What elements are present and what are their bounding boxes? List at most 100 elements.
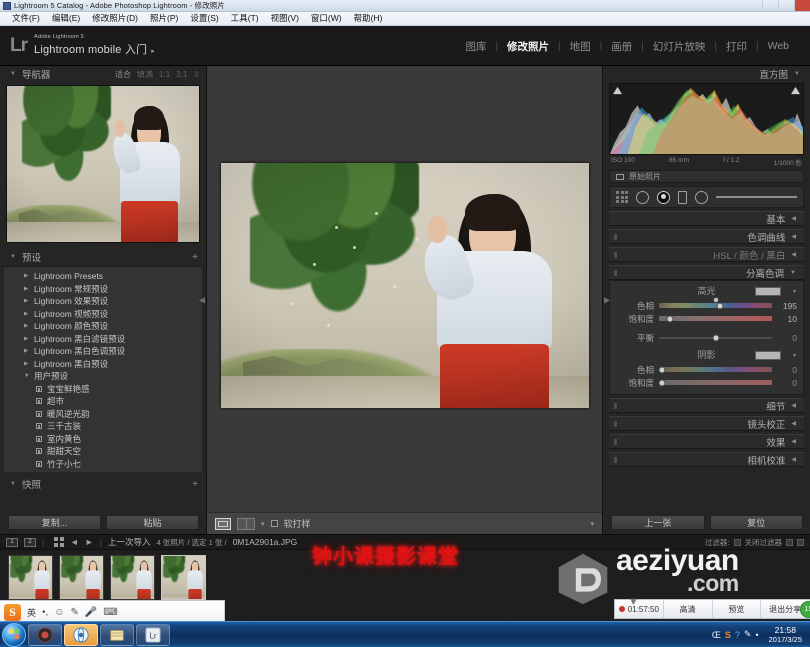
add-preset-icon[interactable]: + [192, 252, 198, 263]
filter-swatch-icon[interactable] [733, 538, 741, 546]
presets-header[interactable]: ▼ 预设 + [0, 249, 206, 265]
grid-view-icon[interactable] [54, 537, 64, 547]
right-panel-collapse-icon[interactable]: ▶ [604, 296, 610, 305]
original-photo-row[interactable]: 原始照片 [609, 170, 804, 183]
panel-switch-icon[interactable] [613, 232, 618, 241]
panel-camera-calibration[interactable]: 相机校准 ◀ [609, 452, 804, 467]
tray-icon-sogou[interactable]: S [725, 630, 731, 640]
tray-icon-edit[interactable]: ✎ [744, 629, 752, 640]
shadows-color-swatch[interactable] [755, 351, 781, 360]
tray-icon-help[interactable]: ? [735, 630, 740, 640]
panel-lens-corrections[interactable]: 镜头校正 ◀ [609, 416, 804, 431]
balance-track[interactable] [659, 334, 772, 341]
chevron-down-icon[interactable]: ▾ [793, 287, 796, 298]
tray-icon-network[interactable]: • [755, 630, 758, 640]
menu-window[interactable]: 窗口(W) [305, 12, 348, 25]
module-develop[interactable]: 修改照片 [498, 39, 558, 54]
chevron-down-icon[interactable]: ▼ [24, 373, 29, 379]
lightroom-taskbar-icon[interactable]: Lr [136, 623, 170, 646]
spot-removal-icon[interactable] [657, 190, 670, 204]
tray-icon-1[interactable]: Œ [712, 630, 721, 640]
chevron-left-icon[interactable]: ◀ [791, 233, 796, 240]
preset-group-video[interactable]: ▶ Lightroom 视频预设 [4, 308, 202, 321]
snapshots-header[interactable]: ▼ 快照 + [0, 476, 206, 492]
reset-button[interactable]: 复位 [709, 515, 803, 530]
minimize-icon[interactable] [762, 0, 778, 11]
preset-group-color[interactable]: ▶ Lightroom 颜色预设 [4, 320, 202, 333]
chevron-down-icon[interactable]: ▾ [793, 351, 796, 362]
toolbar-collapse-icon[interactable]: ▾ [590, 520, 594, 528]
module-book[interactable]: 画册 [602, 39, 641, 54]
panel-switch-icon[interactable] [613, 268, 618, 277]
chevron-right-icon[interactable]: ▶ [24, 298, 29, 304]
user-preset-item[interactable]: 三千古装 [4, 420, 202, 433]
zoom-1-1[interactable]: 1:1 [159, 70, 170, 79]
histogram-header[interactable]: 直方图 ▼ [603, 66, 810, 82]
filter-toggle-icon[interactable] [786, 538, 793, 546]
window-controls[interactable] [762, 0, 810, 12]
quality-button[interactable]: 高清 [664, 600, 713, 618]
histogram-graph[interactable] [609, 83, 804, 155]
filmstrip-thumb-1[interactable] [8, 554, 53, 600]
user-preset-item[interactable]: 暖风逆光韵 [4, 408, 202, 421]
soft-proof-checkbox[interactable] [270, 520, 278, 527]
navigator-header[interactable]: ▼ 导航器 适合 填满 1:1 3:1 ⇳ [0, 66, 206, 82]
highlights-color-swatch[interactable] [755, 287, 781, 296]
monitor-2-button[interactable]: 2 [24, 537, 36, 547]
preset-group-bw[interactable]: ▶ Lightroom 黑白预设 [4, 358, 202, 371]
zoom-stepper-icon[interactable]: ⇳ [193, 70, 200, 79]
menu-edit[interactable]: 编辑(E) [46, 12, 86, 25]
chevron-down-icon[interactable]: ▼ [794, 71, 800, 77]
preset-group-bw-tone[interactable]: ▶ Lightroom 黑白色调预设 [4, 345, 202, 358]
preset-group-lightroom-presets[interactable]: ▶ Lightroom Presets [4, 270, 202, 283]
menu-develop[interactable]: 修改照片(D) [86, 12, 144, 25]
preset-group-user[interactable]: ▼ 用户预设 [4, 370, 202, 383]
preview-button[interactable]: 预览 [713, 600, 762, 618]
user-preset-item[interactable]: 甜甜天空 [4, 445, 202, 458]
close-icon[interactable] [794, 0, 810, 11]
media-player-icon[interactable] [28, 623, 62, 646]
left-panel-collapse-icon[interactable]: ◀ [199, 296, 205, 305]
chevron-down-icon[interactable]: ▼ [10, 481, 16, 487]
loupe-view-icon[interactable] [215, 517, 231, 530]
module-slideshow[interactable]: 幻灯片放映 [644, 39, 715, 54]
ime-emoji-icon[interactable]: ☺ [54, 607, 64, 618]
grid-icon[interactable] [616, 191, 628, 203]
shadows-hue-slider[interactable]: 色相 0 [610, 363, 803, 376]
module-print[interactable]: 打印 [717, 39, 756, 54]
preset-group-general[interactable]: ▶ Lightroom 常规预设 [4, 283, 202, 296]
highlights-saturation-track[interactable] [659, 315, 772, 322]
filmstrip-thumb-3[interactable] [110, 554, 155, 600]
ime-mode-button[interactable]: 英 [27, 606, 36, 619]
user-preset-item[interactable]: 宝宝鲜艳感 [4, 383, 202, 396]
identity-plate[interactable]: Lr Adobe Lightroom 5 Lightroom mobile 入门… [0, 34, 155, 57]
main-photo[interactable] [220, 162, 589, 408]
panel-basic[interactable]: 基本 ◀ [609, 211, 804, 226]
preset-group-effects[interactable]: ▶ Lightroom 效果预设 [4, 295, 202, 308]
highlights-saturation-slider[interactable]: 饱和度 10 [610, 312, 803, 325]
chevron-left-icon[interactable]: ◀ [791, 456, 796, 463]
menu-settings[interactable]: 设置(S) [184, 12, 224, 25]
zoom-fit[interactable]: 适合 [115, 69, 131, 80]
user-preset-item[interactable]: 竹子小七 [4, 458, 202, 471]
panel-split-toning[interactable]: 分离色调 ▼ [609, 265, 804, 280]
filmstrip-thumb-4[interactable] [161, 554, 206, 600]
maximize-icon[interactable] [778, 0, 794, 11]
panel-switch-icon[interactable] [613, 437, 618, 446]
chevron-right-icon[interactable]: ▶ [24, 361, 29, 367]
shadows-hue-track[interactable] [658, 366, 772, 373]
photo-canvas[interactable] [207, 66, 602, 504]
chevron-left-icon[interactable]: ◀ [791, 251, 796, 258]
chevron-down-icon[interactable]: ▼ [10, 71, 16, 77]
shadows-saturation-track[interactable] [658, 379, 772, 386]
balance-slider[interactable]: 平衡 0 [610, 331, 803, 344]
panel-effects[interactable]: 效果 ◀ [609, 434, 804, 449]
chevron-right-icon[interactable]: ▶ [24, 273, 29, 279]
taskbar-clock[interactable]: 21:58 2017/3/25 [763, 625, 806, 645]
panel-detail[interactable]: 细节 ◀ [609, 398, 804, 413]
zoom-3-1[interactable]: 3:1 [176, 70, 187, 79]
panel-collapse-icon[interactable]: ▼ [628, 596, 639, 608]
crop-circle-icon[interactable] [636, 190, 649, 204]
paste-button[interactable]: 粘贴 [106, 515, 199, 530]
navigator-zoom-options[interactable]: 适合 填满 1:1 3:1 ⇳ [115, 69, 200, 80]
